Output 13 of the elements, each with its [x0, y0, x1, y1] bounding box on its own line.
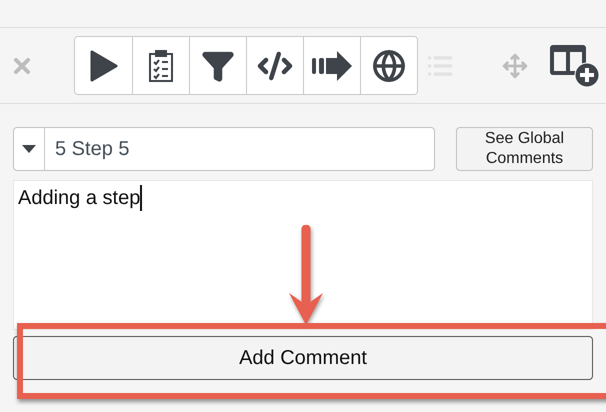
arrow-right-icon	[311, 50, 353, 82]
see-global-comments-button[interactable]: See Global Comments	[456, 127, 593, 171]
checklist-icon	[148, 50, 174, 82]
dropdown-caret-icon	[22, 145, 36, 153]
play-icon	[88, 48, 118, 82]
tool-button[interactable]	[360, 37, 417, 94]
globe-icon	[372, 48, 406, 82]
step-select[interactable]: 5 Step 5	[13, 127, 435, 171]
comment-field[interactable]: Adding a step	[13, 180, 593, 330]
add-comment-button[interactable]: Add Comment	[13, 336, 593, 380]
move-icon	[502, 52, 528, 78]
add-column-button[interactable]	[548, 42, 600, 88]
add-column-icon	[548, 42, 600, 88]
